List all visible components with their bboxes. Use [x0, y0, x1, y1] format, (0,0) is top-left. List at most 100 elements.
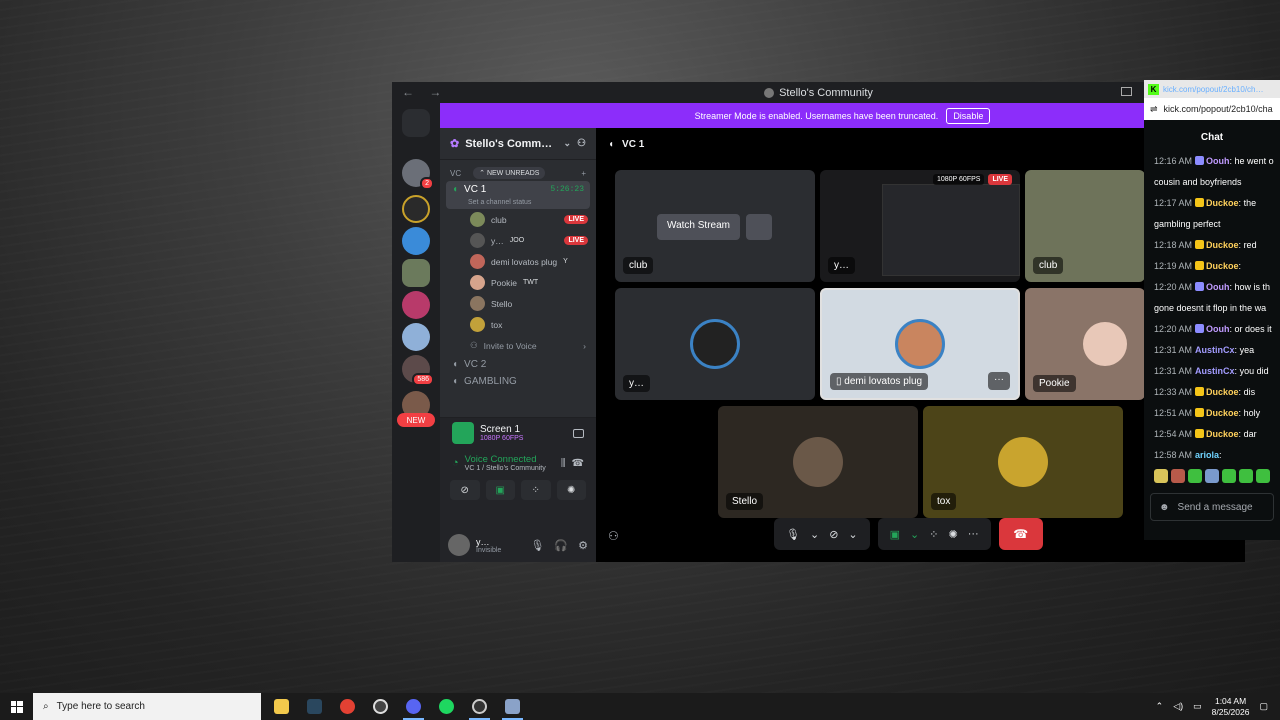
obs-icon[interactable] [364, 693, 397, 720]
message-user[interactable]: AustinCx [1195, 366, 1235, 376]
soundboard-icon[interactable]: ✺ [556, 480, 586, 500]
emote-icon[interactable] [1171, 469, 1185, 483]
server-header[interactable]: ✿ Stello's Comm… ⌄ ⚇ [440, 128, 596, 160]
emote-icon[interactable] [1154, 469, 1168, 483]
voice-user[interactable]: club LIVE [440, 209, 596, 230]
soundboard-icon[interactable]: ✺ [948, 528, 957, 541]
voice-user[interactable]: demi lovatos plug Y [440, 251, 596, 272]
user-tile-demi[interactable]: ▯ demi lovatos plug ··· [820, 288, 1020, 400]
network-icon[interactable]: ▭ [1193, 701, 1202, 712]
gear-icon[interactable]: ⚙ [578, 539, 588, 552]
chevron-down-icon[interactable]: ⌄ [810, 528, 819, 541]
message-user[interactable]: Duckoe [1206, 387, 1239, 397]
screen-share-button[interactable]: ▣ [485, 480, 515, 500]
activities-icon[interactable]: ⁘ [929, 528, 938, 541]
stop-share-icon[interactable] [573, 428, 584, 438]
microphone-icon[interactable]: 🎙 [786, 528, 800, 541]
channel-vc2[interactable]: ◖ VC 2 [446, 356, 590, 373]
headphones-icon[interactable]: 🎧 [554, 539, 568, 552]
message-user[interactable]: Duckoe [1206, 408, 1239, 418]
camera-off-icon[interactable]: ⊘ [450, 480, 480, 500]
taskbar-search[interactable]: ⌕ Type here to search [33, 693, 261, 720]
voice-user[interactable]: Pookie TWT [440, 272, 596, 293]
user-tile-stello[interactable]: Stello [718, 406, 918, 518]
discord-home-icon[interactable] [402, 109, 430, 137]
add-friend-icon[interactable]: ⚇ [577, 138, 586, 149]
voice-user[interactable]: Stello [440, 293, 596, 314]
chevron-down-icon[interactable]: ⌄ [910, 528, 919, 541]
emote-icon[interactable] [1256, 469, 1270, 483]
emote-icon[interactable] [1222, 469, 1236, 483]
discord-taskbar-icon[interactable] [397, 693, 430, 720]
chevron-up-icon[interactable]: ⌃ [1156, 701, 1164, 712]
add-channel-icon[interactable]: + [581, 169, 586, 178]
address-bar[interactable]: ⇌ kick.com/popout/2cb10/cha [1144, 98, 1280, 120]
guild-icon[interactable] [402, 291, 430, 319]
user-tile-pookie[interactable]: Pookie [1025, 288, 1145, 400]
chevron-down-icon[interactable]: ⌄ [848, 528, 857, 541]
stream-tile-club[interactable]: Watch Stream club [615, 170, 815, 282]
windows-start-button[interactable] [0, 693, 33, 720]
new-pill[interactable]: NEW [397, 413, 435, 427]
emote-icon[interactable] [1205, 469, 1219, 483]
message-input[interactable]: ☻ Send a message [1150, 493, 1274, 521]
leave-call-button[interactable]: ☎ [998, 518, 1043, 550]
category-vc[interactable]: VC ⌃ NEW UNREADS + [440, 165, 596, 181]
message-user[interactable]: Duckoe [1206, 198, 1239, 208]
channel-gambling[interactable]: ◖ GAMBLING [446, 373, 590, 390]
app-icon[interactable] [496, 693, 529, 720]
nav-arrows[interactable]: ← → [402, 85, 447, 99]
popout-icon[interactable] [745, 214, 772, 240]
guild-icon[interactable] [402, 323, 430, 351]
channel-status[interactable]: Set a channel status [452, 199, 584, 206]
disconnect-icon[interactable]: ☎ [572, 458, 584, 469]
more-icon[interactable]: ··· [968, 528, 979, 540]
app-icon[interactable] [463, 693, 496, 720]
message-user[interactable]: Oouh [1206, 324, 1230, 334]
guild-icon[interactable]: 2 [402, 159, 434, 190]
new-unreads-pill[interactable]: ⌃ NEW UNREADS [473, 167, 546, 179]
voice-user[interactable]: y… JOO LIVE [440, 230, 596, 251]
noise-suppression-icon[interactable]: ⫼ [561, 458, 566, 469]
user-tile-tox[interactable]: tox [923, 406, 1123, 518]
spotify-icon[interactable] [430, 693, 463, 720]
voice-user[interactable]: tox [440, 314, 596, 335]
message-user[interactable]: Oouh [1206, 156, 1230, 166]
avatar[interactable] [448, 534, 470, 556]
message-user[interactable]: Oouh [1206, 282, 1230, 292]
guild-icon[interactable] [402, 195, 430, 223]
screen-share-icon[interactable]: ▣ [890, 528, 900, 541]
stream-tile-y[interactable]: 1080P 60FPS LIVE y… [820, 170, 1020, 282]
watch-stream-button[interactable]: Watch Stream [657, 214, 740, 240]
message-user[interactable]: Duckoe [1206, 240, 1239, 250]
guild-icon[interactable] [402, 227, 430, 255]
steam-icon[interactable] [298, 693, 331, 720]
inbox-icon[interactable] [1121, 87, 1132, 96]
microphone-icon[interactable]: 🎙 [530, 539, 544, 552]
more-options-button[interactable]: ··· [988, 372, 1010, 390]
emote-icon[interactable] [1239, 469, 1253, 483]
add-people-icon[interactable]: ⚇ [608, 529, 619, 543]
message-user[interactable]: Duckoe [1206, 429, 1239, 439]
activities-icon[interactable]: ⁘ [521, 480, 551, 500]
invite-to-voice[interactable]: ⚇ Invite to Voice › [440, 335, 596, 356]
message-user[interactable]: AustinCx [1195, 345, 1235, 355]
volume-icon[interactable]: ◁) [1173, 701, 1183, 712]
message-user[interactable]: ariola [1195, 450, 1219, 460]
emote-icon[interactable] [1188, 469, 1202, 483]
voice-location[interactable]: VC 1 / Stello's Community [465, 465, 546, 472]
user-tile-y[interactable]: y… [615, 288, 815, 400]
camera-tile-club[interactable]: club [1025, 170, 1145, 282]
notifications-icon[interactable]: ▢ [1259, 701, 1268, 712]
guild-icon-active[interactable] [402, 259, 430, 287]
camera-off-icon[interactable]: ⊘ [829, 528, 838, 541]
disable-button[interactable]: Disable [946, 107, 991, 124]
chrome-icon[interactable] [331, 693, 364, 720]
site-info-icon[interactable]: ⇌ [1150, 104, 1158, 115]
file-explorer-icon[interactable] [265, 693, 298, 720]
clock[interactable]: 1:04 AM 8/25/2026 [1212, 696, 1250, 718]
channel-vc1[interactable]: ◖ VC 1 5:26:23 Set a channel status [446, 181, 590, 209]
signal-icon[interactable]: ◔ [452, 457, 459, 469]
emote-picker-icon[interactable]: ☻ [1159, 502, 1170, 513]
guild-icon[interactable]: 586 [402, 355, 434, 386]
